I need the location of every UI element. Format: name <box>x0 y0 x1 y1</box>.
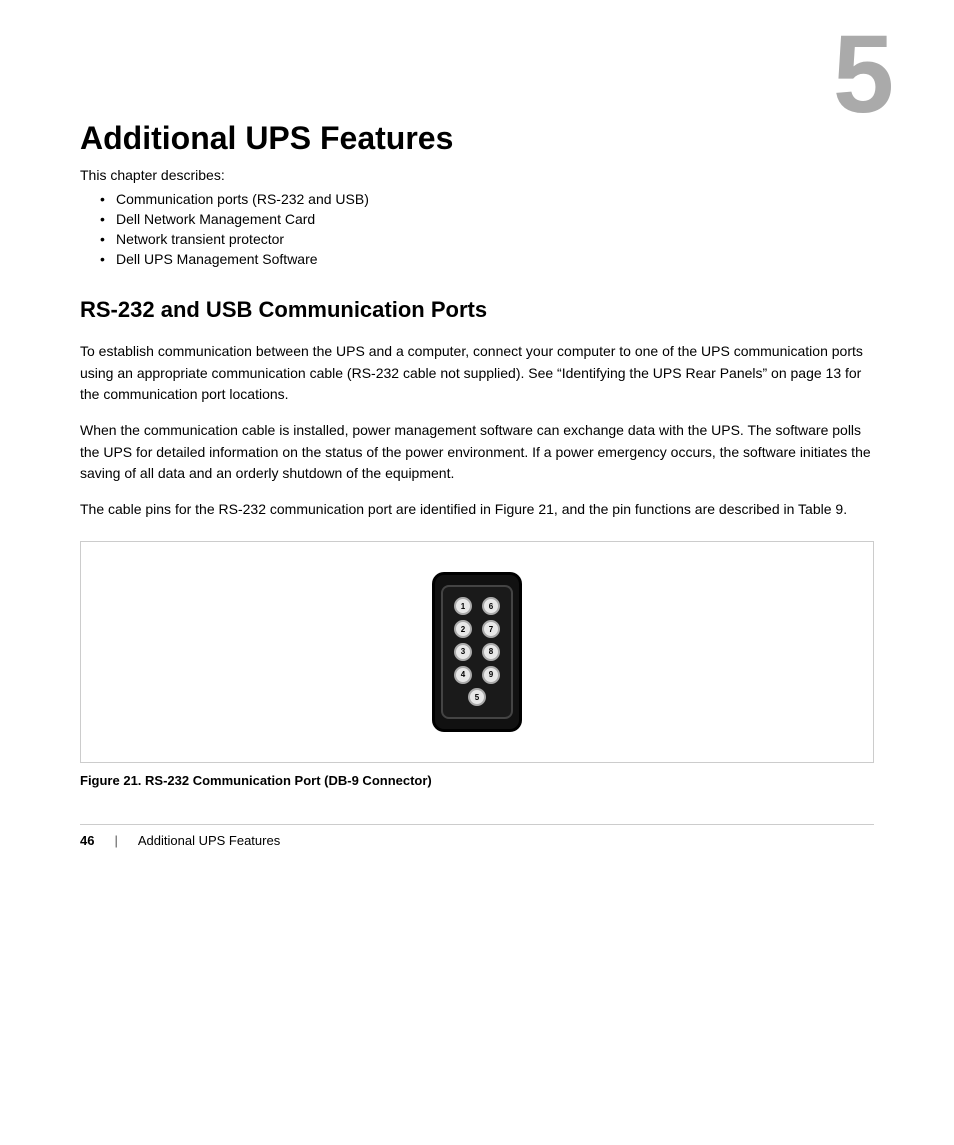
pin-row-1: 1 6 <box>449 597 505 615</box>
pin-7: 7 <box>482 620 500 638</box>
section1-heading: RS-232 and USB Communication Ports <box>80 297 874 323</box>
pin-3: 3 <box>454 643 472 661</box>
section1-paragraph3: The cable pins for the RS-232 communicat… <box>80 499 874 521</box>
pin-row-3: 3 8 <box>449 643 505 661</box>
chapter-number: 5 <box>833 20 894 130</box>
list-item: Network transient protector <box>100 231 874 247</box>
page-footer: 46 | Additional UPS Features <box>80 824 874 848</box>
pin-5: 5 <box>468 688 486 706</box>
bullet-list: Communication ports (RS-232 and USB) Del… <box>100 191 874 267</box>
db9-inner: 1 6 2 7 3 8 4 9 <box>441 585 513 719</box>
pin-row-2: 2 7 <box>449 620 505 638</box>
pin-6: 6 <box>482 597 500 615</box>
figure-box: 1 6 2 7 3 8 4 9 <box>80 541 874 763</box>
pin-row-5: 5 <box>449 688 505 706</box>
pin-9: 9 <box>482 666 500 684</box>
footer-separator: | <box>114 833 117 848</box>
pin-8: 8 <box>482 643 500 661</box>
figure-caption: Figure 21. RS-232 Communication Port (DB… <box>80 773 874 788</box>
pin-4: 4 <box>454 666 472 684</box>
pin-1: 1 <box>454 597 472 615</box>
pin-row-4: 4 9 <box>449 666 505 684</box>
page-title: Additional UPS Features <box>80 120 874 157</box>
intro-text: This chapter describes: <box>80 167 874 183</box>
footer-section-name: Additional UPS Features <box>138 833 280 848</box>
footer-page-number: 46 <box>80 833 94 848</box>
section1-paragraph1: To establish communication between the U… <box>80 341 874 406</box>
section1-paragraph2: When the communication cable is installe… <box>80 420 874 485</box>
list-item: Communication ports (RS-232 and USB) <box>100 191 874 207</box>
list-item: Dell Network Management Card <box>100 211 874 227</box>
db9-connector-illustration: 1 6 2 7 3 8 4 9 <box>432 572 522 732</box>
pin-2: 2 <box>454 620 472 638</box>
list-item: Dell UPS Management Software <box>100 251 874 267</box>
